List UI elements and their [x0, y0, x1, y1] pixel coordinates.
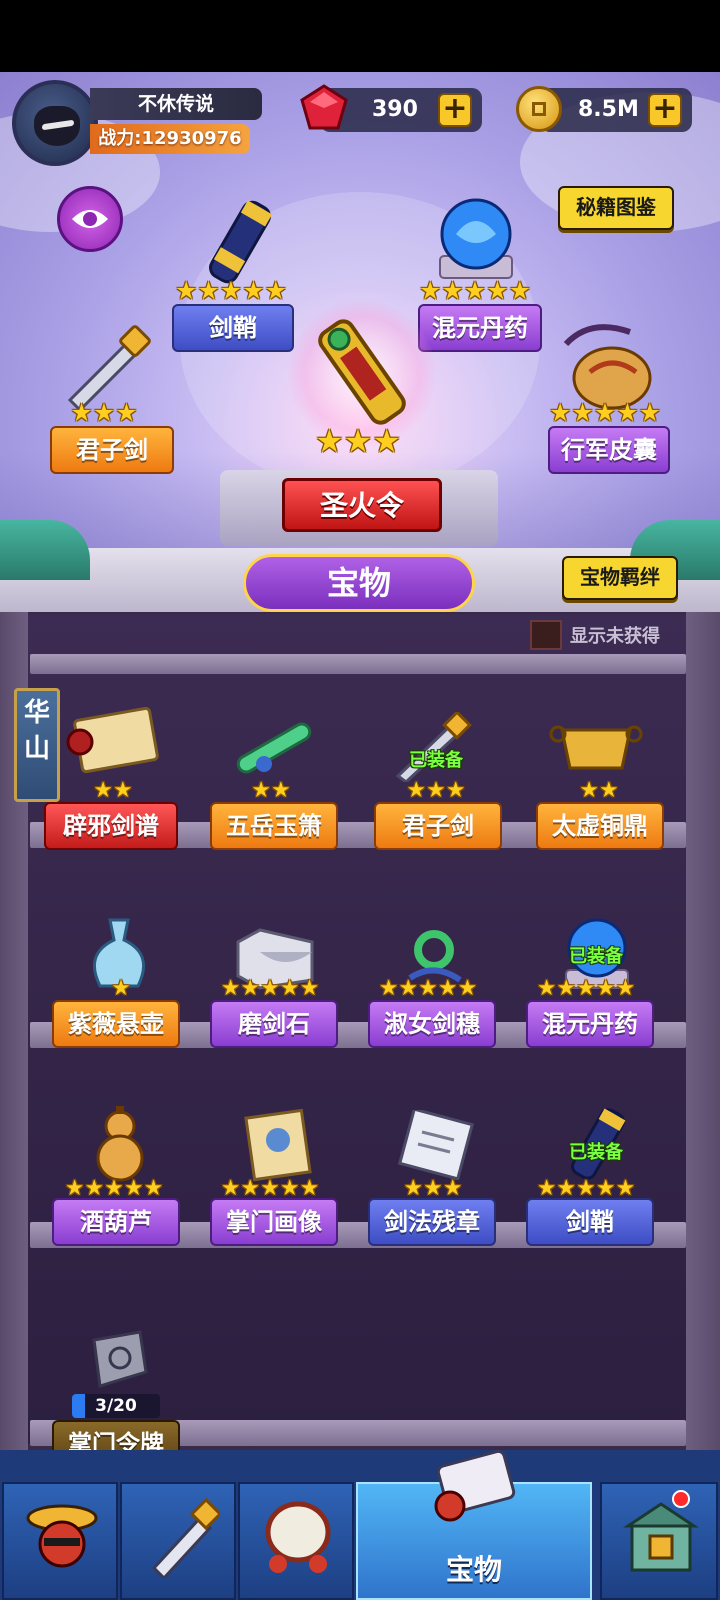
tab-arena[interactable] — [238, 1482, 354, 1600]
item-label: 紫薇悬壶 — [52, 1000, 180, 1048]
equipped-badge: 已装备 — [569, 946, 623, 967]
slot-stars: ★★★★★ — [548, 398, 662, 427]
gem-count: 390 — [372, 97, 418, 122]
scroll-icon — [66, 706, 159, 774]
item-label: 混元丹药 — [526, 1000, 654, 1048]
progress-fill — [72, 1394, 86, 1418]
equipped-slot-holy-fire-token[interactable] — [300, 310, 424, 434]
treasure-scroll-icon — [434, 1449, 516, 1522]
crystal-orb-icon — [439, 198, 513, 279]
tab-equipment[interactable] — [120, 1482, 236, 1600]
item-label: 剑鞘 — [526, 1198, 654, 1246]
treasure-item[interactable] — [392, 1107, 478, 1181]
fortress-icon — [623, 1502, 699, 1572]
show-unowned-checkbox[interactable] — [530, 620, 562, 650]
item-label: 君子剑 — [374, 802, 502, 850]
jade-flute-icon — [236, 722, 312, 774]
slot-stars: ★★★ — [70, 398, 138, 427]
status-bar-area — [0, 0, 720, 72]
treasure-item[interactable] — [238, 1106, 318, 1182]
item-stars: ★★★★★ — [536, 976, 636, 1001]
add-gold-button[interactable]: + — [648, 93, 682, 127]
slot-label: 君子剑 — [50, 426, 174, 474]
item-stars: ★★ — [579, 778, 619, 803]
tab-heroes[interactable] — [2, 1482, 118, 1600]
item-label: 酒葫芦 — [52, 1198, 180, 1246]
sword-icon — [151, 1498, 220, 1578]
item-stars: ★★★★★ — [220, 976, 320, 1001]
sect-tag: 华山 — [14, 688, 60, 802]
cabinet-right-side — [686, 612, 720, 1450]
player-name: 不休传说 — [90, 88, 262, 120]
leader-token-icon — [92, 1330, 148, 1388]
item-label: 太虚铜鼎 — [536, 802, 664, 850]
treasure-item[interactable] — [62, 702, 166, 782]
treasure-item[interactable] — [224, 712, 320, 782]
progress-text: 3/20 — [95, 1396, 137, 1416]
item-stars: ★ — [111, 976, 131, 1001]
tab-treasure[interactable]: 宝物 — [356, 1449, 592, 1600]
equipped-slot-pill[interactable] — [426, 196, 526, 286]
item-label: 淑女剑穗 — [368, 1000, 496, 1048]
item-stars: ★★★★★ — [378, 976, 478, 1001]
secret-book-button[interactable]: 秘籍图鉴 — [558, 186, 674, 230]
item-label: 剑法残章 — [368, 1198, 496, 1246]
gourd-icon — [96, 1106, 144, 1182]
equipped-badge: 已装备 — [409, 750, 463, 771]
item-label: 掌门画像 — [210, 1198, 338, 1246]
section-title: 宝物 — [243, 554, 475, 612]
equipped-badge: 已装备 — [569, 1142, 623, 1163]
portrait-scroll-icon — [244, 1108, 312, 1182]
treasure-bond-button[interactable]: 宝物羁绊 — [562, 556, 678, 600]
gold-count: 8.5M — [578, 97, 639, 122]
manuscript-icon — [397, 1107, 475, 1181]
view-toggle-button[interactable] — [57, 186, 123, 252]
shard-progress: 3/20 — [72, 1394, 160, 1418]
scabbard-icon — [209, 200, 273, 284]
player-power: 战力:12930976 — [90, 124, 250, 154]
treasure-item-locked[interactable] — [80, 1326, 154, 1396]
slot-label: 行军皮囊 — [548, 426, 670, 474]
shelf — [30, 654, 686, 674]
show-unowned-label[interactable]: 显示未获得 — [570, 622, 660, 648]
gold-coin-icon — [516, 86, 562, 132]
notification-dot — [672, 1490, 690, 1508]
tab-sect[interactable] — [600, 1482, 718, 1600]
drum-icon — [265, 1501, 331, 1573]
item-stars: ★★★ — [406, 778, 466, 803]
item-label: 五岳玉箫 — [210, 802, 338, 850]
treasure-item[interactable] — [76, 1104, 166, 1184]
player-avatar[interactable] — [12, 80, 98, 166]
bronze-cauldron-icon — [549, 725, 643, 770]
item-label: 磨剑石 — [210, 1000, 338, 1048]
masked-hero-icon — [26, 1504, 98, 1568]
slot-stars: ★★★★★ — [174, 276, 288, 305]
slot-label: 混元丹药 — [418, 304, 542, 352]
token-icon — [318, 319, 406, 425]
slot-stars: ★★★ — [314, 422, 402, 460]
equipped-slot-scabbard[interactable] — [188, 196, 288, 286]
item-stars: ★★ — [251, 778, 291, 803]
ruby-gem-icon — [300, 84, 348, 130]
treasure-item[interactable] — [548, 712, 644, 782]
eye-icon — [72, 210, 108, 228]
item-stars: ★★ — [93, 778, 133, 803]
tab-treasure-label: 宝物 — [445, 1553, 502, 1586]
selected-treasure-banner: 圣火令 — [282, 478, 442, 532]
add-gems-button[interactable]: + — [438, 93, 472, 127]
item-label: 辟邪剑谱 — [44, 802, 178, 850]
slot-label: 剑鞘 — [172, 304, 294, 352]
slot-stars: ★★★★★ — [418, 276, 532, 305]
